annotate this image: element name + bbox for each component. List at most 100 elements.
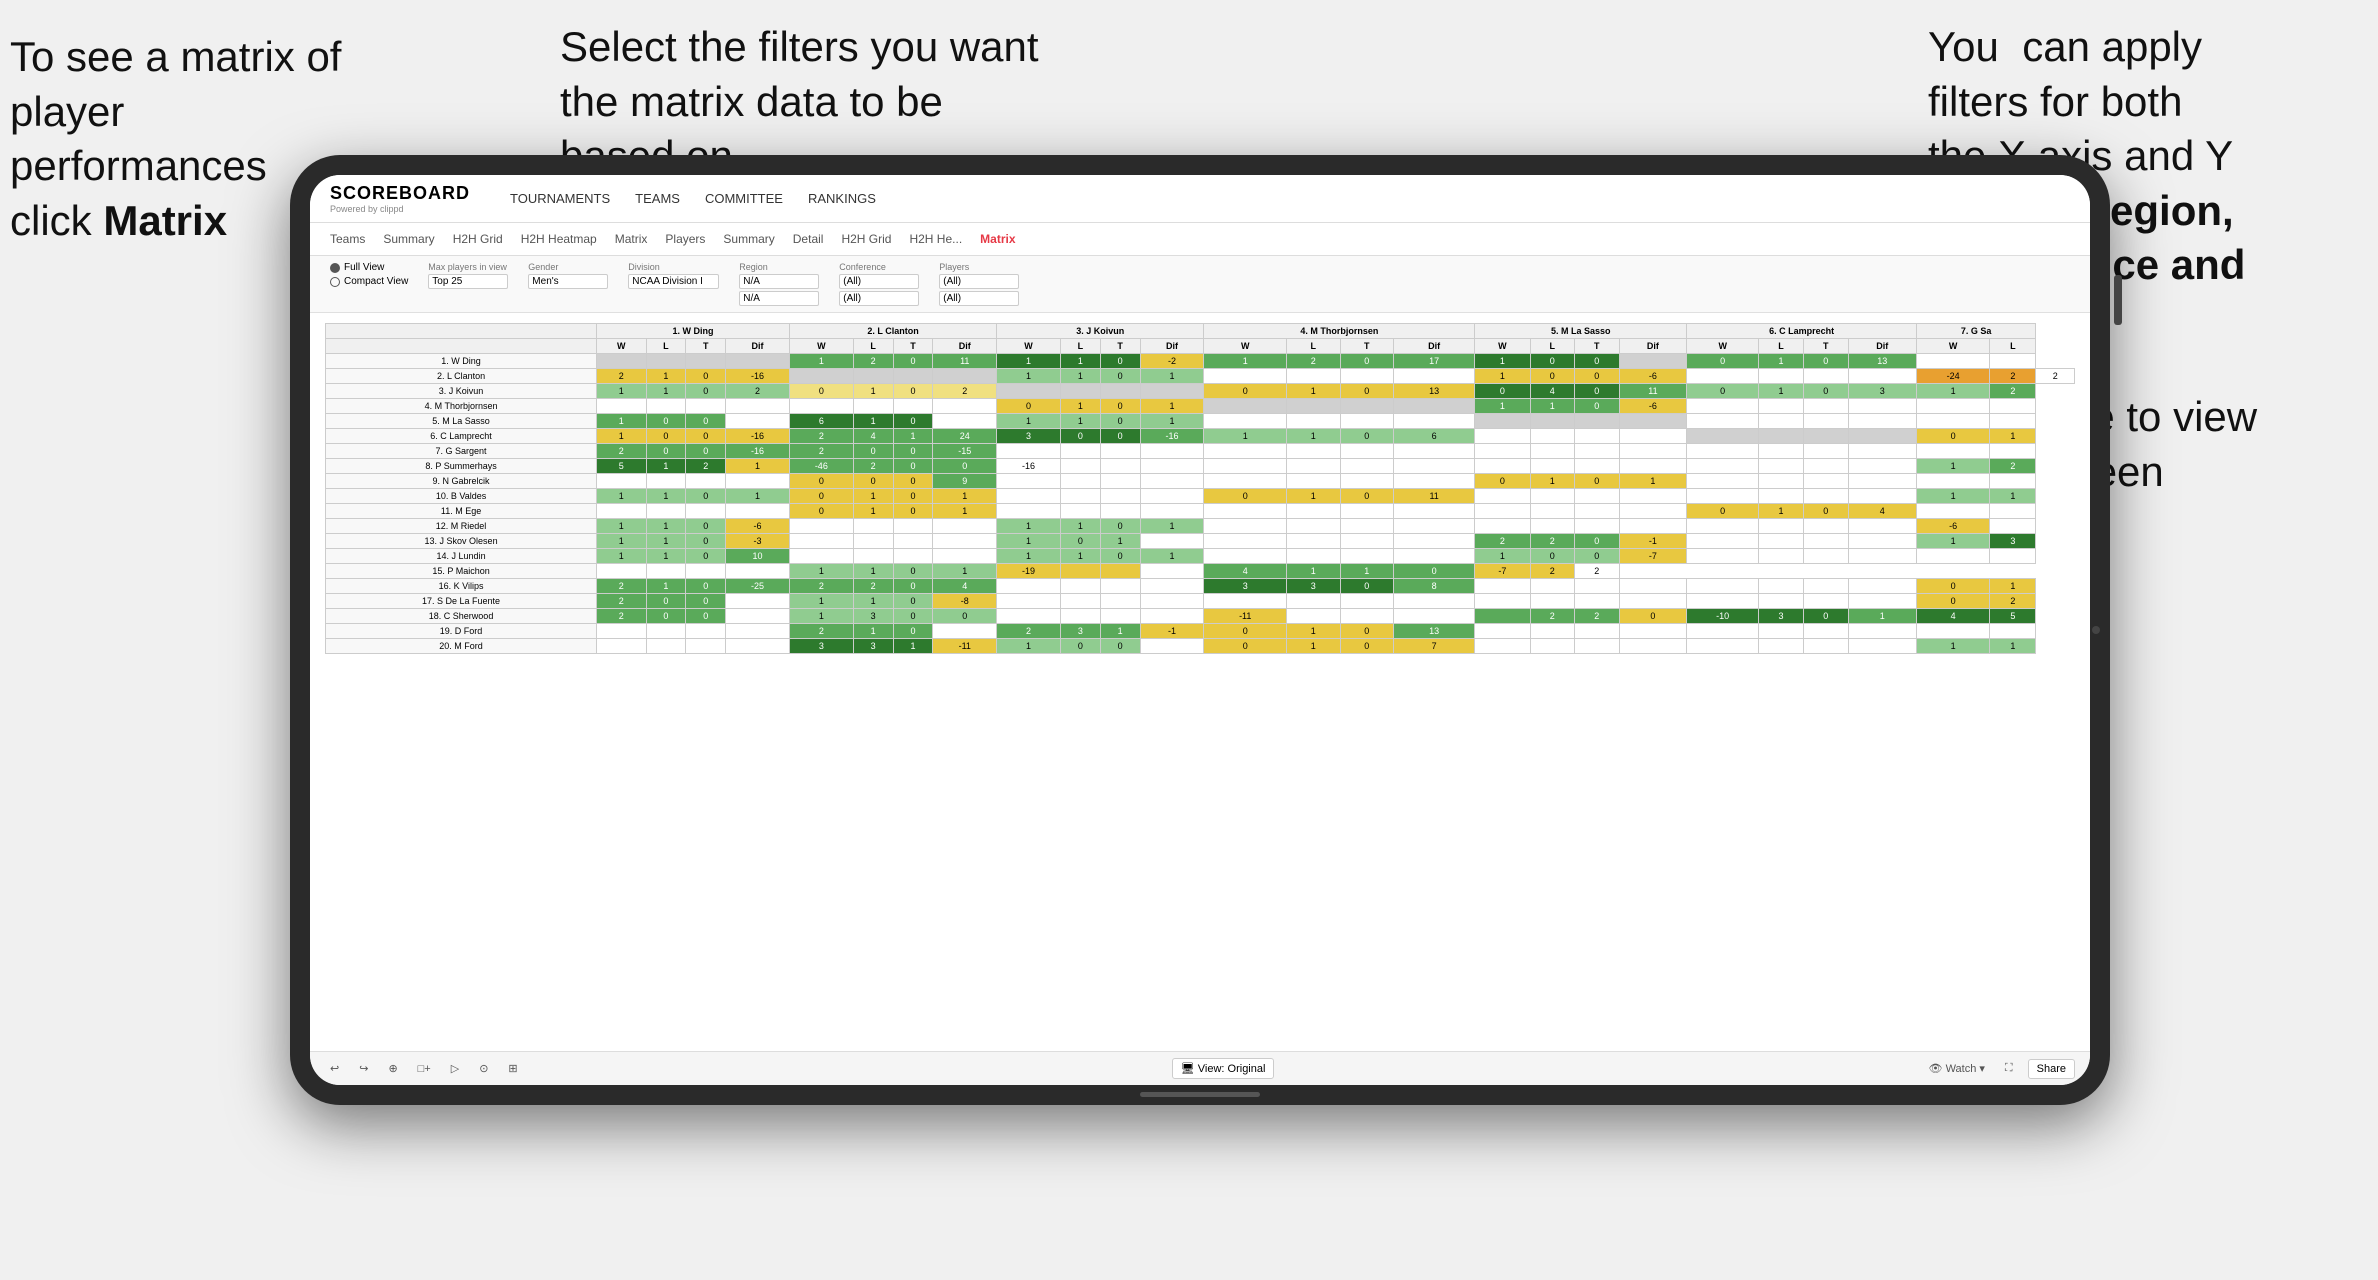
col3-dif: Dif (1140, 339, 1204, 354)
sub-nav-h2h-he[interactable]: H2H He... (909, 229, 962, 249)
undo-button[interactable]: ↩ (325, 1060, 344, 1077)
conference-select-y[interactable]: (All) (839, 291, 919, 306)
matrix-cell (1340, 519, 1393, 534)
matrix-cell: 0 (686, 534, 726, 549)
matrix-cell (1340, 504, 1393, 519)
matrix-cell: 6 (1393, 429, 1474, 444)
matrix-cell: 1 (1848, 609, 1916, 624)
sub-nav-summary2[interactable]: Summary (723, 229, 774, 249)
division-select[interactable]: NCAA Division I (628, 274, 719, 289)
row-label: 11. M Ege (326, 504, 597, 519)
matrix-cell (1287, 414, 1340, 429)
matrix-cell: -16 (726, 429, 790, 444)
matrix-cell: 2 (1990, 594, 2036, 609)
matrix-cell: 24 (933, 429, 997, 444)
matrix-cell: 1 (1475, 549, 1530, 564)
matrix-cell (1287, 519, 1340, 534)
matrix-cell (1803, 534, 1848, 549)
matrix-cell: 1 (1287, 624, 1340, 639)
nav-teams[interactable]: TEAMS (635, 187, 680, 210)
matrix-cell (597, 504, 646, 519)
gender-select[interactable]: Men's (528, 274, 608, 289)
matrix-cell (1759, 429, 1804, 444)
matrix-cell: 13 (1393, 384, 1474, 399)
grid-button[interactable]: ⊞ (503, 1060, 522, 1077)
sub-nav-summary[interactable]: Summary (383, 229, 434, 249)
view-original-button[interactable]: 🖥 View: Original (1172, 1058, 1275, 1079)
matrix-area[interactable]: 1. W Ding 2. L Clanton 3. J Koivun 4. M … (310, 313, 2090, 1051)
matrix-cell: 3 (1204, 579, 1287, 594)
matrix-cell: 0 (646, 414, 686, 429)
tablet-side-button (2114, 275, 2122, 325)
row-label: 7. G Sargent (326, 444, 597, 459)
matrix-cell (1575, 489, 1620, 504)
matrix-cell (1100, 564, 1140, 579)
matrix-cell: 1 (853, 624, 893, 639)
compact-view-radio[interactable] (330, 277, 340, 287)
sub-nav-players[interactable]: Players (665, 229, 705, 249)
sub-nav-h2h-heatmap[interactable]: H2H Heatmap (521, 229, 597, 249)
add-button[interactable]: ⊕ (383, 1060, 402, 1077)
matrix-cell: 0 (853, 444, 893, 459)
row-label: 19. D Ford (326, 624, 597, 639)
sub-nav-h2h-grid2[interactable]: H2H Grid (841, 229, 891, 249)
watch-button[interactable]: 👁 Watch ▾ (1924, 1060, 1990, 1077)
matrix-cell: 0 (646, 444, 686, 459)
full-view-option[interactable]: Full View (330, 262, 408, 273)
matrix-cell: 9 (933, 474, 997, 489)
matrix-cell (1140, 609, 1204, 624)
matrix-cell (686, 639, 726, 654)
col1-dif: Dif (726, 339, 790, 354)
matrix-cell: -11 (1204, 609, 1287, 624)
play-button[interactable]: ▷ (446, 1060, 464, 1077)
fullscreen-button[interactable]: ⛶ (2000, 1060, 2018, 1077)
sub-nav-h2h-grid[interactable]: H2H Grid (453, 229, 503, 249)
filter-row: Full View Compact View Max players in vi… (310, 256, 2090, 313)
matrix-cell (1340, 609, 1393, 624)
matrix-cell: 0 (1687, 504, 1759, 519)
nav-committee[interactable]: COMMITTEE (705, 187, 783, 210)
matrix-cell (1475, 579, 1530, 594)
matrix-cell: 1 (1916, 639, 1990, 654)
col3-l: L (1060, 339, 1100, 354)
matrix-cell (997, 504, 1061, 519)
col4-dif: Dif (1393, 339, 1474, 354)
sub-nav-matrix[interactable]: Matrix (615, 229, 648, 249)
full-view-radio[interactable] (330, 263, 340, 273)
matrix-cell: 0 (1060, 534, 1100, 549)
layout-button[interactable]: □+ (413, 1061, 436, 1077)
matrix-cell (1100, 459, 1140, 474)
matrix-cell: 0 (686, 609, 726, 624)
matrix-cell: 1 (1340, 564, 1393, 579)
matrix-cell (1619, 489, 1687, 504)
max-players-select[interactable]: Top 25 (428, 274, 508, 289)
col-5-header: 5. M La Sasso (1475, 324, 1687, 339)
matrix-cell: 0 (686, 444, 726, 459)
matrix-cell: 0 (893, 609, 933, 624)
players-select-x[interactable]: (All) (939, 274, 1019, 289)
matrix-cell (1287, 444, 1340, 459)
redo-button[interactable]: ↪ (354, 1060, 373, 1077)
sub-nav-teams[interactable]: Teams (330, 229, 365, 249)
conference-select-x[interactable]: (All) (839, 274, 919, 289)
sub-nav-detail[interactable]: Detail (793, 229, 824, 249)
nav-tournaments[interactable]: TOURNAMENTS (510, 187, 610, 210)
matrix-cell (1287, 459, 1340, 474)
settings-button[interactable]: ⊙ (474, 1060, 493, 1077)
region-select-y[interactable]: N/A (739, 291, 819, 306)
region-select-x[interactable]: N/A (739, 274, 819, 289)
matrix-cell: 1 (597, 414, 646, 429)
matrix-cell: 1 (597, 429, 646, 444)
matrix-cell: 0 (1393, 564, 1474, 579)
compact-view-option[interactable]: Compact View (330, 276, 408, 287)
nav-rankings[interactable]: RANKINGS (808, 187, 876, 210)
matrix-cell (1759, 534, 1804, 549)
matrix-cell (1475, 639, 1530, 654)
matrix-cell: 0 (686, 519, 726, 534)
matrix-cell (1287, 594, 1340, 609)
sub-nav-matrix2[interactable]: Matrix (980, 229, 1015, 249)
share-button[interactable]: Share (2028, 1059, 2075, 1079)
players-select-y[interactable]: (All) (939, 291, 1019, 306)
matrix-cell (1848, 594, 1916, 609)
matrix-cell (1575, 519, 1620, 534)
